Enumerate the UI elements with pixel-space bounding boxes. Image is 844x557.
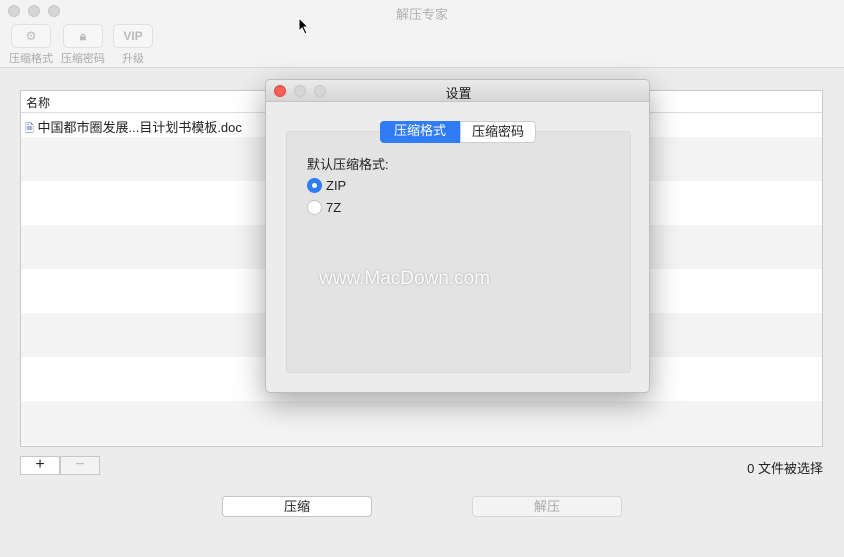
remove-file-button[interactable]: − [60, 456, 100, 475]
toolbar-label-password: 压缩密码 [61, 53, 105, 65]
dialog-title: 设置 [445, 86, 472, 101]
window-title: 解压专家 [395, 7, 448, 22]
gear-icon[interactable]: ⚙ [11, 24, 51, 48]
radio-zip[interactable] [307, 178, 322, 193]
tab-format[interactable]: 压缩格式 [380, 121, 460, 143]
tab-password[interactable]: 压缩密码 [460, 121, 536, 143]
radio-7z-label: 7Z [326, 200, 342, 215]
compress-button[interactable]: 压缩 [222, 496, 372, 517]
add-file-button[interactable]: + [20, 456, 60, 475]
toolbar-label-upgrade: 升级 [122, 53, 144, 65]
cursor-icon [298, 17, 310, 35]
title-bar: 解压专家 ⚙ 压缩格式 🔒︎ 压缩密码 VIP 升级 [0, 0, 844, 68]
watermark: www.MacDown.com [319, 268, 491, 289]
radio-zip-label: ZIP [326, 178, 347, 193]
settings-dialog: 设置 默认压缩格式: ZIP 7Z www.MacDown.com 压缩格式 压… [265, 79, 650, 393]
decompress-button[interactable]: 解压 [472, 496, 622, 517]
format-label: 默认压缩格式: [307, 157, 389, 172]
doc-file-icon: 🗎 [25, 123, 34, 135]
selection-status: 0 文件被选择 [747, 461, 823, 476]
toolbar-label-format: 压缩格式 [9, 53, 53, 65]
settings-panel: 默认压缩格式: ZIP 7Z www.MacDown.com [286, 131, 631, 373]
dialog-title-bar: 设置 [266, 80, 649, 102]
radio-7z[interactable] [307, 200, 322, 215]
vip-button[interactable]: VIP [113, 24, 153, 48]
file-name: 中国都市圈发展...目计划书模板.doc [37, 120, 242, 135]
lock-icon[interactable]: 🔒︎ [63, 24, 103, 48]
